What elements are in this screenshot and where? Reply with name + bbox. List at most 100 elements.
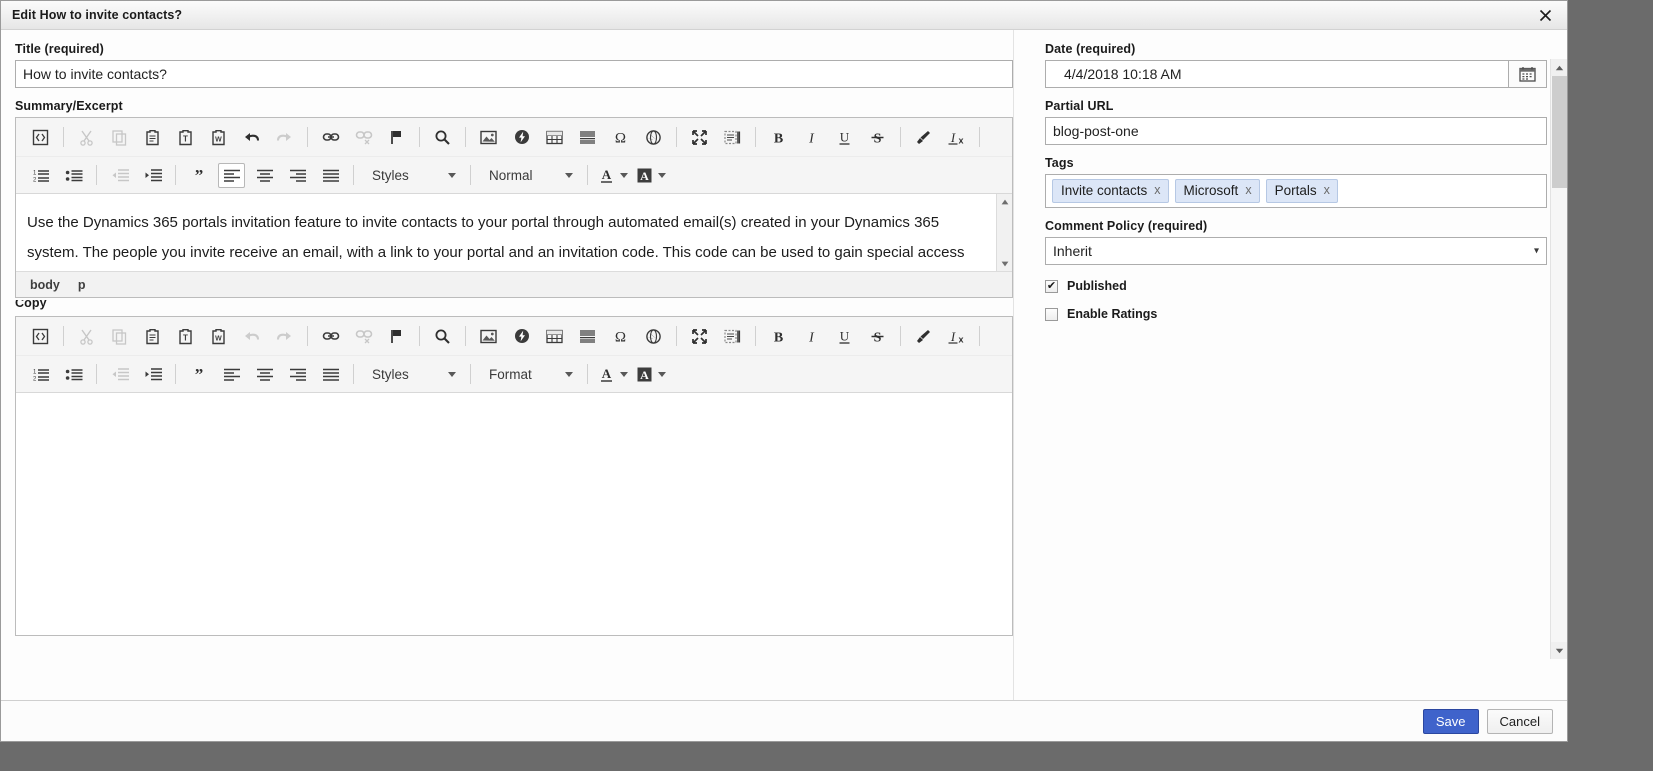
- element-path-p[interactable]: p: [78, 278, 86, 292]
- anchor-flag-icon[interactable]: [383, 324, 410, 349]
- styles-dropdown[interactable]: Styles: [364, 362, 460, 386]
- styles-dropdown[interactable]: Styles: [364, 163, 460, 187]
- paste-from-word-icon[interactable]: W: [205, 125, 232, 150]
- align-right-icon[interactable]: [284, 163, 311, 188]
- scroll-up-icon[interactable]: [1551, 59, 1567, 76]
- tag-remove-icon[interactable]: x: [1245, 182, 1251, 199]
- align-left-icon[interactable]: [218, 362, 245, 387]
- align-left-icon[interactable]: [218, 162, 245, 188]
- horizontal-rule-icon[interactable]: [574, 125, 601, 150]
- align-right-icon[interactable]: [284, 362, 311, 387]
- table-icon[interactable]: [541, 324, 568, 349]
- numbered-list-icon[interactable]: 12: [27, 163, 54, 188]
- image-icon[interactable]: [475, 125, 502, 150]
- undo-icon[interactable]: [238, 324, 265, 349]
- link-icon[interactable]: [317, 324, 344, 349]
- date-input[interactable]: [1045, 60, 1509, 88]
- redo-icon[interactable]: [271, 125, 298, 150]
- paste-as-plain-text-icon[interactable]: T: [172, 324, 199, 349]
- paragraph-format-dropdown[interactable]: Normal: [481, 163, 577, 187]
- find-search-icon[interactable]: [429, 125, 456, 150]
- cut-icon[interactable]: [73, 125, 100, 150]
- maximize-icon[interactable]: [686, 324, 713, 349]
- scroll-down-icon[interactable]: [997, 256, 1012, 271]
- show-blocks-icon[interactable]: [719, 324, 746, 349]
- copy-icon[interactable]: [106, 125, 133, 150]
- strikethrough-icon[interactable]: S: [864, 125, 891, 150]
- blockquote-icon[interactable]: ”: [185, 163, 212, 188]
- title-input[interactable]: [15, 60, 1013, 88]
- tag-remove-icon[interactable]: x: [1154, 182, 1160, 199]
- anchor-flag-icon[interactable]: [383, 125, 410, 150]
- show-blocks-icon[interactable]: [719, 125, 746, 150]
- paste-icon[interactable]: [139, 324, 166, 349]
- indent-icon[interactable]: [139, 362, 166, 387]
- strikethrough-icon[interactable]: S: [864, 324, 891, 349]
- published-checkbox[interactable]: ✔: [1045, 279, 1058, 293]
- text-color-button[interactable]: A: [596, 362, 630, 387]
- bulleted-list-icon[interactable]: [60, 362, 87, 387]
- tag-remove-icon[interactable]: x: [1324, 182, 1330, 199]
- calendar-icon[interactable]: [1508, 60, 1547, 88]
- text-color-button[interactable]: A: [596, 163, 630, 188]
- outdent-icon[interactable]: [106, 163, 133, 188]
- underline-icon[interactable]: U: [831, 125, 858, 150]
- remove-format-icon[interactable]: Ix: [943, 125, 970, 150]
- copy-formatting-brush-icon[interactable]: [910, 324, 937, 349]
- undo-icon[interactable]: [238, 125, 265, 150]
- source-code-icon[interactable]: [27, 125, 54, 150]
- bulleted-list-icon[interactable]: [60, 163, 87, 188]
- scroll-up-icon[interactable]: [997, 194, 1012, 209]
- indent-icon[interactable]: [139, 163, 166, 188]
- paste-as-plain-text-icon[interactable]: T: [172, 125, 199, 150]
- flash-icon[interactable]: [508, 324, 535, 349]
- unlink-icon[interactable]: [350, 324, 377, 349]
- find-search-icon[interactable]: [429, 324, 456, 349]
- link-icon[interactable]: [317, 125, 344, 150]
- source-code-icon[interactable]: [27, 324, 54, 349]
- image-icon[interactable]: [475, 324, 502, 349]
- align-center-icon[interactable]: [251, 163, 278, 188]
- enable-ratings-checkbox[interactable]: [1045, 307, 1058, 321]
- flash-icon[interactable]: [508, 125, 535, 150]
- iframe-globe-icon[interactable]: [640, 125, 667, 150]
- paste-icon[interactable]: [139, 125, 166, 150]
- redo-icon[interactable]: [271, 324, 298, 349]
- copy-formatting-brush-icon[interactable]: [910, 125, 937, 150]
- unlink-icon[interactable]: [350, 125, 377, 150]
- horizontal-rule-icon[interactable]: [574, 324, 601, 349]
- italic-icon[interactable]: I: [798, 324, 825, 349]
- remove-format-icon[interactable]: Ix: [943, 324, 970, 349]
- special-character-icon[interactable]: Ω: [607, 125, 634, 150]
- cancel-button[interactable]: Cancel: [1486, 708, 1553, 734]
- special-character-icon[interactable]: Ω: [607, 324, 634, 349]
- paragraph-format-dropdown[interactable]: Format: [481, 362, 577, 386]
- summary-editable-area[interactable]: Use the Dynamics 365 portals invitation …: [16, 194, 1012, 271]
- blockquote-icon[interactable]: ”: [185, 362, 212, 387]
- tags-input[interactable]: Invite contacts x Microsoft x Portals x: [1045, 174, 1547, 208]
- italic-icon[interactable]: I: [798, 125, 825, 150]
- close-icon[interactable]: [1523, 1, 1567, 29]
- enable-ratings-checkbox-row[interactable]: Enable Ratings: [1045, 307, 1547, 321]
- align-justify-icon[interactable]: [317, 163, 344, 188]
- save-button[interactable]: Save: [1422, 708, 1479, 734]
- maximize-icon[interactable]: [686, 125, 713, 150]
- background-color-button[interactable]: A: [634, 163, 668, 188]
- element-path-body[interactable]: body: [30, 278, 60, 292]
- paste-from-word-icon[interactable]: W: [205, 324, 232, 349]
- comment-policy-select[interactable]: Inherit: [1045, 237, 1547, 265]
- underline-icon[interactable]: U: [831, 324, 858, 349]
- summary-editor-scrollbar[interactable]: [996, 194, 1012, 271]
- scroll-down-icon[interactable]: [1551, 642, 1567, 659]
- copy-editable-area[interactable]: [16, 393, 1012, 635]
- align-center-icon[interactable]: [251, 362, 278, 387]
- dialog-scrollbar[interactable]: [1550, 59, 1567, 659]
- numbered-list-icon[interactable]: 12: [27, 362, 54, 387]
- cut-icon[interactable]: [73, 324, 100, 349]
- align-justify-icon[interactable]: [317, 362, 344, 387]
- dialog-scrollbar-thumb[interactable]: [1552, 76, 1567, 188]
- iframe-globe-icon[interactable]: [640, 324, 667, 349]
- partial-url-input[interactable]: [1045, 117, 1547, 145]
- bold-icon[interactable]: B: [765, 324, 792, 349]
- published-checkbox-row[interactable]: ✔ Published: [1045, 279, 1547, 293]
